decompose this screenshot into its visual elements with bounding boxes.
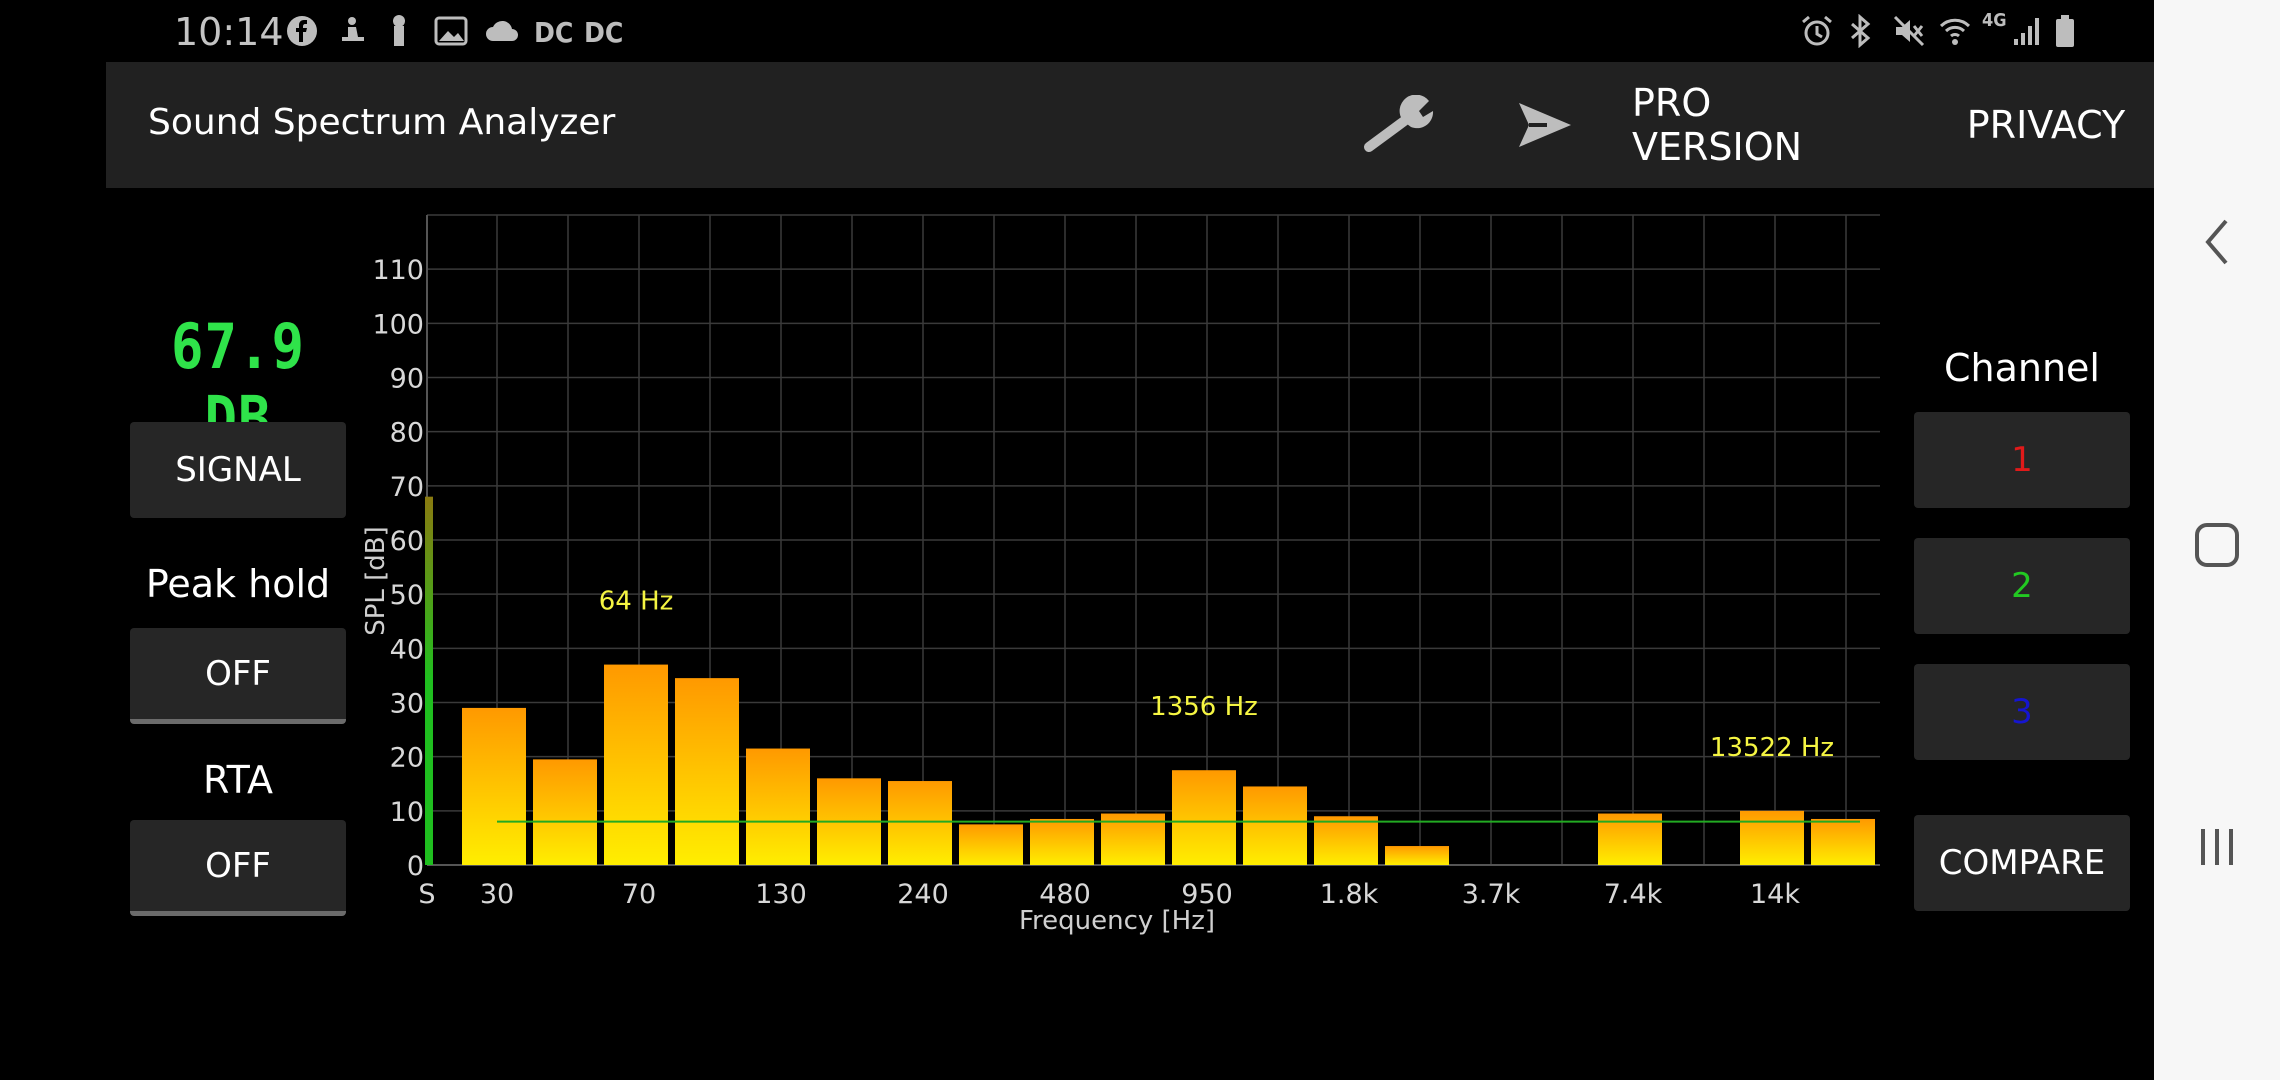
x-tick-label: 3.7k <box>1462 879 1521 910</box>
spectrum-bar <box>1314 816 1378 865</box>
x-tick-label: 1.8k <box>1320 879 1379 910</box>
spectrum-bar <box>462 707 526 865</box>
peak-frequency-label: 64 Hz <box>599 587 674 617</box>
spectrum-bar <box>746 748 810 865</box>
x-axis-title: Frequency [Hz] <box>1019 906 1215 936</box>
y-tick-label: 40 <box>390 634 424 665</box>
x-tick-label: 130 <box>755 879 807 910</box>
signal-level-bar <box>425 496 433 865</box>
y-tick-label: 100 <box>372 309 424 340</box>
recent-apps-icon[interactable] <box>2154 792 2280 902</box>
navigation-bar <box>2154 0 2280 1080</box>
y-tick-label: 90 <box>390 364 424 395</box>
back-icon[interactable] <box>2154 187 2280 297</box>
spectrum-bar <box>675 678 739 865</box>
y-tick-label: 80 <box>390 418 424 449</box>
chart-bars <box>425 496 1875 865</box>
spectrum-bar <box>604 664 668 865</box>
y-tick-label: 30 <box>390 689 424 720</box>
x-tick-label: 240 <box>897 879 949 910</box>
y-tick-label: 70 <box>390 472 424 503</box>
y-tick-label: 20 <box>390 743 424 774</box>
x-tick-label: 70 <box>622 879 656 910</box>
peak-frequency-label: 13522 Hz <box>1710 733 1834 763</box>
y-tick-label: 0 <box>407 851 424 882</box>
spectrum-bar <box>959 824 1023 865</box>
x-tick-label: 30 <box>480 879 514 910</box>
y-axis-title: SPL [dB] <box>361 526 391 636</box>
spectrum-bar <box>1811 818 1875 865</box>
x-tick-label: S <box>418 879 435 910</box>
home-icon[interactable] <box>2154 490 2280 600</box>
spectrum-bar <box>533 759 597 865</box>
x-tick-label: 14k <box>1750 879 1800 910</box>
y-tick-label: 10 <box>390 797 424 828</box>
x-tick-label: 7.4k <box>1604 879 1663 910</box>
peak-frequency-label: 1356 Hz <box>1150 692 1258 722</box>
spectrum-bar <box>1243 786 1307 865</box>
spectrum-bar <box>1740 810 1804 865</box>
y-tick-label: 60 <box>390 526 424 557</box>
spectrum-bar <box>888 781 952 865</box>
spectrum-bar <box>1172 770 1236 865</box>
spectrum-chart[interactable]: 0102030405060708090100110S 30 70 130 240 480 9… <box>0 0 2154 1000</box>
spectrum-bar <box>1030 818 1094 865</box>
spectrum-bar <box>1385 846 1449 865</box>
y-tick-label: 50 <box>390 580 424 611</box>
app-screen: 10:14 DC DC 4G Sound Spectrum Analyzer P… <box>0 0 2280 1080</box>
y-tick-label: 110 <box>372 255 424 286</box>
